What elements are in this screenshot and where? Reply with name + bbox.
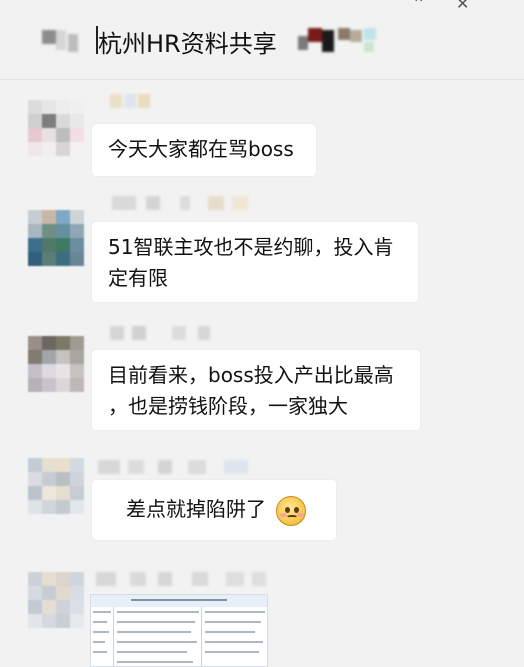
message-text-line: 51智联主攻也不是约聊，投入肯 <box>108 235 394 259</box>
sender-name-blurred <box>110 326 220 342</box>
title-suffix-blurred <box>298 28 382 54</box>
close-icon[interactable]: ✕ <box>456 0 469 13</box>
sender-name-blurred <box>100 196 260 212</box>
pleading-face-icon <box>276 495 306 526</box>
avatar[interactable] <box>28 458 84 514</box>
message-bubble[interactable]: 差点就掉陷阱了 <box>92 480 336 540</box>
group-avatar-blurred <box>42 30 90 54</box>
message-bubble[interactable]: 目前看来，boss投入产出比最高 ，也是捞钱阶段，一家独大 <box>92 350 420 430</box>
avatar[interactable] <box>28 100 84 156</box>
message-text-line: 定有限 <box>108 266 168 290</box>
chat-title[interactable]: 杭州HR资料共享 <box>98 24 277 59</box>
sender-name-blurred <box>96 460 256 476</box>
sender-name-blurred <box>110 94 170 110</box>
document-image-attachment[interactable] <box>90 594 268 667</box>
minimize-icon[interactable]: ⌃ <box>412 0 425 13</box>
chat-header: 杭州HR资料共享 ⌃ ✕ <box>0 0 524 80</box>
message-text-line: 目前看来，boss投入产出比最高 <box>108 363 394 387</box>
message-text-line: ，也是捞钱阶段，一家独大 <box>108 394 348 418</box>
avatar[interactable] <box>28 210 84 266</box>
avatar[interactable] <box>28 572 84 628</box>
message-text: 差点就掉陷阱了 <box>126 497 266 521</box>
avatar[interactable] <box>28 336 84 392</box>
message-text: 今天大家都在骂boss <box>108 137 294 161</box>
sender-name-blurred <box>96 572 276 588</box>
message-bubble[interactable]: 51智联主攻也不是约聊，投入肯 定有限 <box>92 222 418 302</box>
message-bubble[interactable]: 今天大家都在骂boss <box>92 124 316 176</box>
